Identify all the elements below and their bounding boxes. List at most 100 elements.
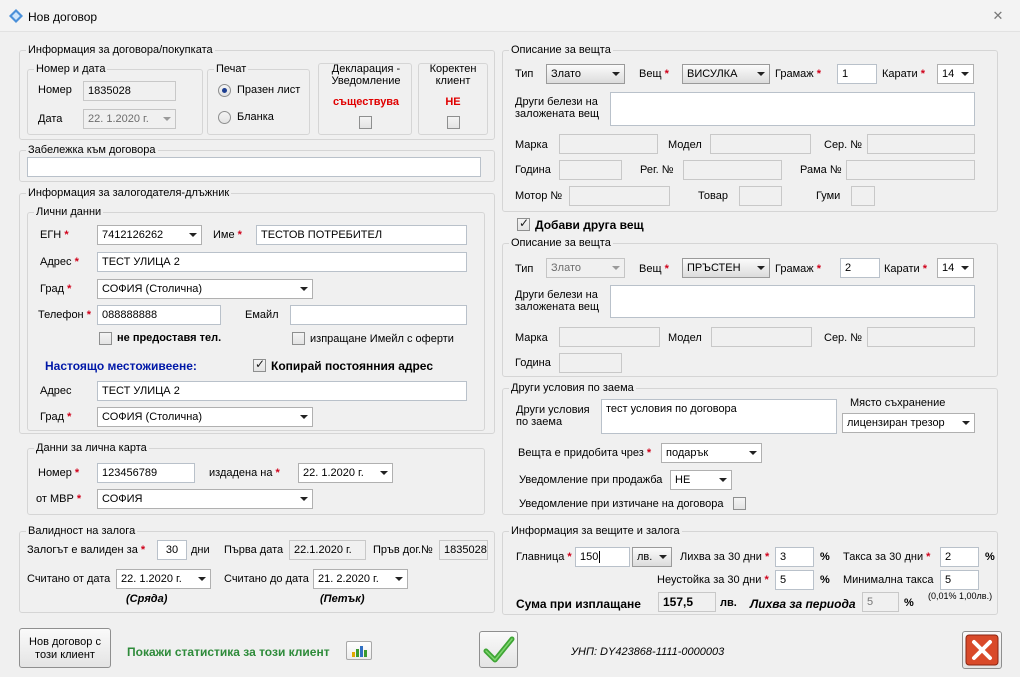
copy-address-checkbox[interactable] <box>253 357 266 372</box>
city-label: Град * <box>40 283 72 295</box>
item1-karats-combo[interactable]: 14 <box>937 64 974 84</box>
item1-item-value: ВИСУЛКА <box>687 68 738 80</box>
contract-date-value: 22. 1.2020 г. <box>88 113 149 125</box>
chevron-down-icon <box>296 280 312 298</box>
stats-link[interactable]: Покажи статистика за този клиент <box>127 645 330 659</box>
item1-tires-label: Гуми <box>816 190 841 202</box>
penalty-input[interactable]: 5 <box>775 570 814 590</box>
period-interest-label: Лихва за периода <box>750 597 856 611</box>
name-input[interactable]: ТЕСТОВ ПОТРЕБИТЕЛ <box>256 225 467 245</box>
correct-client-checkbox[interactable] <box>447 116 460 129</box>
add-item-checkbox[interactable] <box>517 216 530 231</box>
egn-combo[interactable]: 7412126262 <box>97 225 202 245</box>
item2-karats-label: Карати * <box>884 263 928 275</box>
chevron-down-icon <box>745 444 761 462</box>
current-city-combo[interactable]: СОФИЯ (Столична) <box>97 407 313 427</box>
item2-other-marks-input[interactable] <box>610 285 975 318</box>
window-close-icon[interactable]: ✕ <box>990 8 1006 24</box>
principal-label: Главница * <box>516 551 572 563</box>
number-date-legend: Номер и дата <box>36 63 106 75</box>
declaration-legend: Декларация - Уведомление <box>331 63 401 87</box>
cancel-button[interactable] <box>962 631 1002 669</box>
expiry-notify-checkbox[interactable] <box>733 497 746 510</box>
other-terms-input[interactable]: тест условия по договора <box>601 399 837 434</box>
payout-currency: лв. <box>720 597 737 609</box>
acquired-combo[interactable]: подарък <box>661 443 762 463</box>
item1-type-label: Тип <box>515 68 534 80</box>
currency-combo[interactable]: лв. <box>632 547 672 567</box>
interest-input[interactable]: 3 <box>775 547 814 567</box>
contract-date-picker: 22. 1.2020 г. <box>83 109 176 129</box>
principal-input[interactable]: 150 <box>575 547 630 567</box>
item1-engine-input <box>569 186 670 206</box>
contract-number-field: 1835028 <box>83 81 176 101</box>
print-blank-radio[interactable] <box>218 84 231 97</box>
fee-pct: % <box>985 551 995 563</box>
item2-legend: Описание за вещта <box>511 237 611 249</box>
city-combo[interactable]: СОФИЯ (Столична) <box>97 279 313 299</box>
confirm-button[interactable] <box>479 631 518 668</box>
item2-brand-label: Марка <box>515 332 548 344</box>
storage-combo[interactable]: лицензиран трезор <box>842 413 975 433</box>
item1-grams-input[interactable]: 1 <box>837 64 877 84</box>
item1-brand-input <box>559 134 658 154</box>
add-item-label: Добави друга вещ <box>535 218 644 232</box>
item1-other-marks-input[interactable] <box>610 92 975 126</box>
min-fee-input[interactable]: 5 <box>940 570 979 590</box>
id-issued-label: издадена на * <box>209 467 280 479</box>
item2-item-label: Вещ * <box>639 263 669 275</box>
to-date-label: Считано до дата <box>224 573 309 585</box>
id-issued-value: 22. 1.2020 г. <box>303 467 364 479</box>
item2-karats-combo[interactable]: 14 <box>937 258 974 278</box>
no-phone-checkbox[interactable] <box>99 332 112 345</box>
new-contract-button[interactable]: Нов договор с този клиент <box>19 628 111 668</box>
address-input[interactable]: ТЕСТ УЛИЦА 2 <box>97 252 467 272</box>
copy-address-label: Копирай постоянния адрес <box>271 359 433 373</box>
chevron-down-icon <box>159 110 175 128</box>
fee-input[interactable]: 2 <box>940 547 979 567</box>
item1-karats-value: 14 <box>942 68 955 80</box>
to-date-picker[interactable]: 21. 2.2020 г. <box>313 569 408 589</box>
item1-cargo-input <box>739 186 782 206</box>
declaration-checkbox[interactable] <box>359 116 372 129</box>
item2-karats-value: 14 <box>942 262 955 274</box>
item2-item-value: ПРЪСТЕН <box>687 262 741 274</box>
mvr-combo[interactable]: СОФИЯ <box>97 489 313 509</box>
item1-frame-label: Рама № <box>800 164 842 176</box>
interest-pct: % <box>820 551 830 563</box>
min-fee-note: (0,01% 1,00лв.) <box>928 591 993 601</box>
chevron-down-icon <box>753 65 769 83</box>
current-address-input[interactable]: ТЕСТ УЛИЦА 2 <box>97 381 467 401</box>
chevron-down-icon <box>296 490 312 508</box>
id-number-input[interactable]: 123456789 <box>97 463 195 483</box>
item2-model-input <box>711 327 812 347</box>
item1-item-combo[interactable]: ВИСУЛКА <box>682 64 770 84</box>
mvr-label: от МВР * <box>36 493 82 505</box>
acquired-label: Вещта е придобита чрез * <box>518 447 652 459</box>
item2-grams-input[interactable]: 2 <box>840 258 880 278</box>
sale-notify-combo[interactable]: НЕ <box>670 470 732 490</box>
valid-days-input[interactable]: 30 <box>157 540 187 560</box>
chevron-down-icon <box>608 259 624 277</box>
id-issued-date-picker[interactable]: 22. 1.2020 г. <box>298 463 393 483</box>
item1-reg-input <box>683 160 782 180</box>
expiry-notify-label: Уведомление при изтичане на договора <box>519 498 724 510</box>
item2-item-combo[interactable]: ПРЪСТЕН <box>682 258 770 278</box>
declaration-status: съществува <box>332 96 400 108</box>
print-form-radio[interactable] <box>218 111 231 124</box>
item1-type-value: Злато <box>551 68 581 80</box>
item1-serial-label: Сер. № <box>824 139 863 151</box>
phone-input[interactable]: 088888888 <box>97 305 221 325</box>
item1-model-input <box>710 134 811 154</box>
from-date-picker[interactable]: 22. 1.2020 г. <box>116 569 211 589</box>
note-input[interactable] <box>27 157 481 177</box>
item2-grams-label: Грамаж * <box>775 263 821 275</box>
correct-client-status: НЕ <box>445 96 461 108</box>
storage-label: Място съхранение <box>850 397 946 409</box>
email-offers-checkbox[interactable] <box>292 332 305 345</box>
email-input[interactable] <box>290 305 467 325</box>
stats-button[interactable] <box>346 641 372 660</box>
item1-type-combo[interactable]: Злато <box>546 64 625 84</box>
chevron-down-icon <box>376 464 392 482</box>
phone-label: Телефон * <box>38 309 91 321</box>
